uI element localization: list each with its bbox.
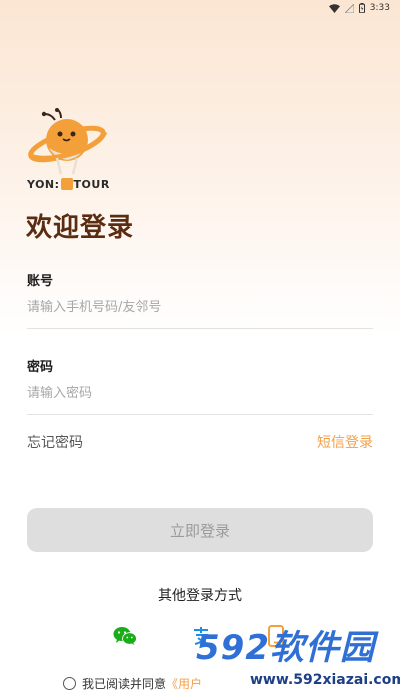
login-screen: 3:33 YON: TOUR 欢迎登录 账号 请输入手机号码/友邻号 密码 忘记…: [0, 0, 400, 700]
clock-time: 3:33: [369, 3, 390, 13]
wifi-icon: [328, 3, 340, 13]
brand-wordmark: YON: TOUR: [27, 178, 110, 191]
alipay-icon[interactable]: [188, 623, 214, 649]
sms-login-link[interactable]: 短信登录: [317, 432, 373, 452]
watermark: 592软件园 www.592xiazai.com: [188, 628, 400, 700]
login-button[interactable]: 立即登录: [27, 508, 373, 552]
wechat-icon[interactable]: [112, 623, 138, 649]
agree-radio[interactable]: [63, 677, 76, 690]
page-title: 欢迎登录: [26, 213, 135, 243]
agreement-text: 我已阅读并同意: [82, 677, 167, 691]
account-label: 账号: [27, 274, 54, 289]
watermark-url: www.592xiazai.com: [250, 672, 400, 688]
account-divider: [27, 328, 373, 329]
status-bar: 3:33: [328, 0, 400, 16]
password-input[interactable]: [27, 379, 373, 407]
password-divider: [27, 414, 373, 415]
other-login-title: 其他登录方式: [158, 588, 242, 604]
user-agreement-link[interactable]: 《用户: [166, 675, 202, 692]
forgot-password-link[interactable]: 忘记密码: [27, 432, 83, 452]
account-input[interactable]: [27, 293, 373, 321]
signal-icon: [344, 3, 354, 13]
agreement-row: 我已阅读并同意 《用户: [63, 675, 202, 692]
phone-icon[interactable]: [263, 623, 289, 649]
password-label: 密码: [27, 360, 54, 375]
battery-icon: [358, 3, 365, 13]
